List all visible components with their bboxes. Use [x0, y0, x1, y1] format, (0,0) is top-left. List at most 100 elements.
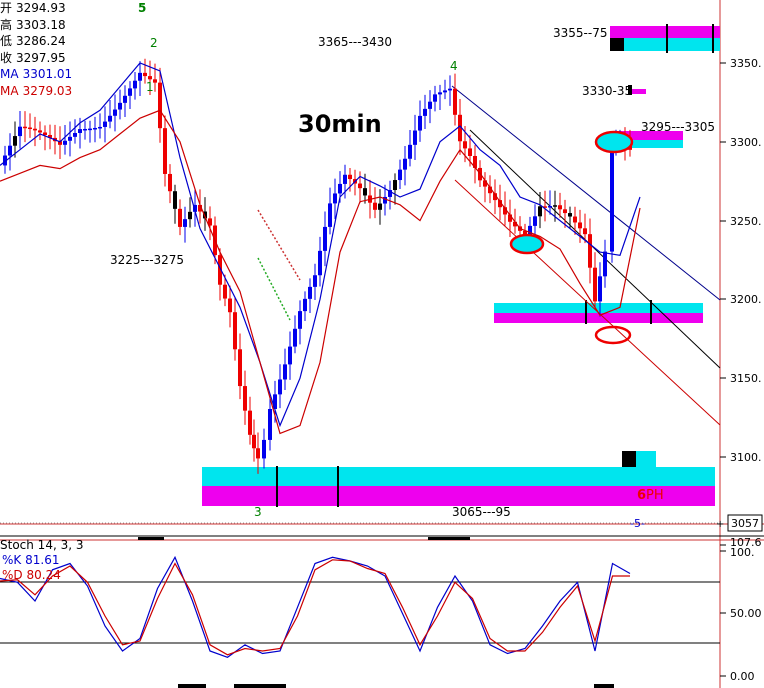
ph-label: PH: [646, 488, 664, 503]
candle-body: [558, 205, 562, 210]
candle-body: [252, 434, 256, 449]
candle-body: [363, 188, 367, 196]
candle-body: [313, 275, 317, 287]
stoch-pane: 107.6 100. 50.00 0.00: [0, 536, 762, 688]
candle-body: [163, 128, 167, 174]
wave-2-label: 2: [150, 36, 158, 50]
stoch-legend: Stoch 14, 3, 3 %K 81.61 %D 80.24: [0, 538, 83, 583]
candle-body: [78, 129, 82, 133]
candle-body: [318, 250, 322, 276]
candle-body: [183, 219, 187, 227]
candle-body: [8, 145, 12, 156]
stoch-top-marker: [428, 537, 470, 540]
candle-body: [293, 328, 297, 347]
candle-body: [438, 92, 442, 95]
stoch-d-line: [0, 559, 630, 656]
stoch-k-line: [0, 555, 631, 658]
minus-5-label: -5-: [630, 517, 645, 530]
d-value: 80.24: [26, 568, 61, 582]
candle-body: [243, 386, 247, 411]
zone-3355-75-cyan: [610, 38, 720, 51]
candle-body: [393, 180, 397, 191]
candle-body: [223, 284, 227, 299]
candle-body: [413, 130, 417, 145]
candle-body: [443, 90, 447, 93]
svg-text:3100.: 3100.: [730, 451, 762, 464]
candle-body: [143, 72, 147, 77]
candle-body: [133, 80, 137, 89]
candle-body: [533, 216, 537, 226]
ellipse-3300: [594, 130, 634, 154]
candle-body: [548, 206, 552, 208]
candle-body: [348, 174, 352, 180]
svg-text:3150.: 3150.: [730, 372, 762, 385]
k-label: %K: [2, 553, 22, 567]
candle-body: [38, 130, 42, 133]
ellipse-3175: [594, 325, 632, 345]
candle-body: [138, 72, 142, 81]
candle-body: [268, 408, 272, 440]
stoch-tick: 50.00: [730, 607, 762, 620]
candle-body: [583, 228, 587, 235]
wave-6-label: 6: [637, 488, 646, 503]
candle-body: [328, 203, 332, 227]
current-price-label: 3057 +: [0, 514, 763, 532]
candle-body: [418, 115, 422, 131]
candle-body: [158, 82, 162, 129]
candle-body: [303, 298, 307, 312]
chart-canvas: 3350. 3300. 3250. 3200. 3150. 3100. 3057…: [0, 0, 764, 688]
candle-body: [68, 136, 72, 141]
zone-boxes: [202, 24, 720, 507]
candle-body: [108, 115, 112, 122]
candle-body: [298, 311, 302, 329]
ohlc-legend: 开 3294.93 高 3303.18 低 3286.24 收 3297.95 MA 33…: [0, 0, 72, 99]
low-value: 3286.24: [16, 34, 66, 48]
svg-text:3300.: 3300.: [730, 136, 762, 149]
high-label: 高: [0, 17, 13, 32]
candle-body: [338, 183, 342, 194]
svg-text:3057: 3057: [731, 517, 759, 530]
open-label: 开: [0, 1, 13, 15]
zone-3065-95-cyan: [202, 467, 715, 486]
price-tick: 3150.: [720, 372, 762, 385]
price-axis: 3350. 3300. 3250. 3200. 3150. 3100.: [720, 57, 762, 464]
candle-body: [188, 211, 192, 220]
wave-markers: [257, 209, 301, 321]
candle-body: [28, 127, 32, 130]
ma1-label: MA: [0, 67, 19, 81]
candle-body: [568, 213, 572, 217]
candle-body: [88, 128, 92, 131]
candle-body: [173, 191, 177, 209]
price-tick: 3250.: [720, 215, 762, 228]
stoch-title: Stoch 14, 3, 3: [0, 538, 84, 552]
stoch-top-marker: [138, 537, 164, 540]
candle-body: [308, 286, 312, 299]
stoch-bar-marker: [234, 684, 286, 688]
candle-body: [238, 349, 242, 387]
candle-body: [453, 88, 457, 115]
candle-body: [343, 174, 347, 184]
zone-label-3065-95: 3065---95: [452, 505, 511, 519]
candle-body: [256, 448, 260, 459]
zone-3355-75-magenta: [610, 26, 720, 38]
stoch-lines: [0, 555, 631, 658]
candle-body: [103, 121, 107, 127]
candle-body: [128, 88, 132, 96]
candle-body: [358, 183, 362, 189]
zone-label-3355-75: 3355--75: [553, 26, 607, 40]
candle-body: [528, 225, 532, 236]
candle-body: [578, 222, 582, 229]
price-tick: 3200.: [720, 293, 762, 306]
candle-body: [588, 234, 592, 268]
zone-label-3330-35: 3330-35: [582, 84, 632, 98]
candle-body: [33, 128, 37, 131]
close-value: 3297.95: [16, 50, 66, 65]
candle-body: [333, 193, 337, 204]
ma2-label: MA: [0, 83, 19, 98]
price-tick: 3100.: [720, 451, 762, 464]
candle-body: [323, 226, 327, 251]
candle-body: [288, 346, 292, 365]
stoch-tick: 0.00: [730, 670, 755, 683]
candle-body: [373, 202, 377, 210]
candle-body: [168, 173, 172, 192]
